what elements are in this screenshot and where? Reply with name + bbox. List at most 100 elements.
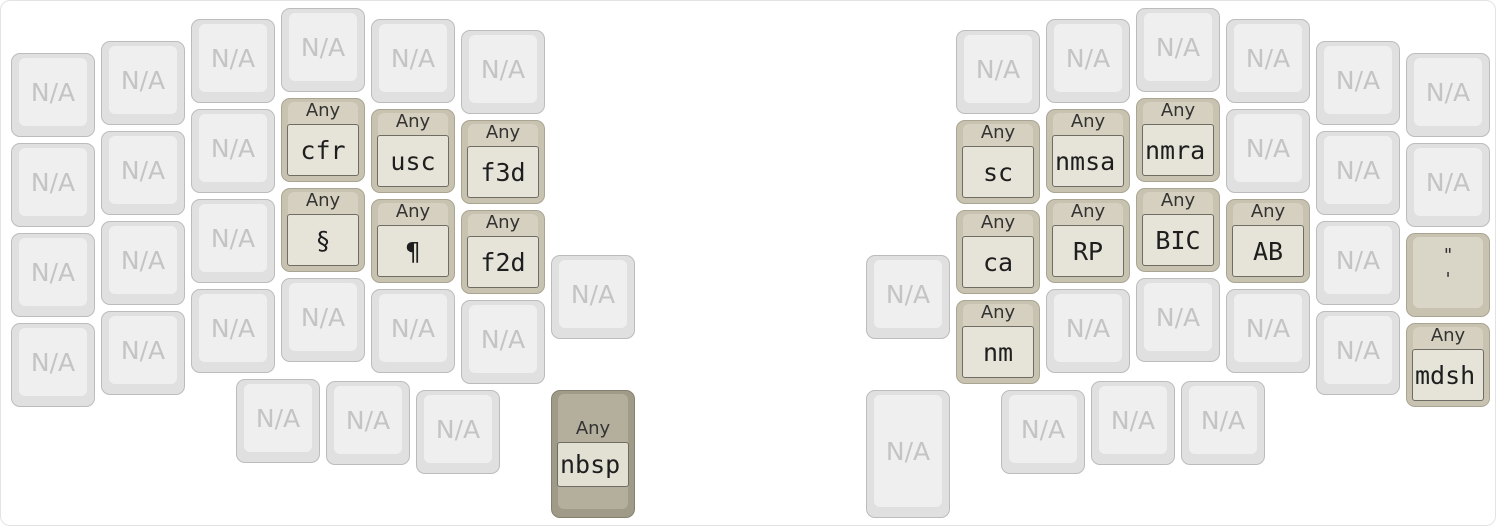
key-left-thumb-3[interactable]: N/A (416, 390, 500, 474)
key-label: N/A (199, 24, 267, 92)
key-label: N/A (1009, 395, 1077, 463)
key-any-label: Any (305, 190, 341, 211)
key-right-sc[interactable]: Any sc (956, 120, 1040, 204)
key-symbol: cfr (300, 135, 346, 165)
key-right-nmra[interactable]: Any nmra (1136, 98, 1220, 182)
key-left-c1-r3[interactable]: N/A (101, 221, 185, 305)
key-label: N/A (19, 328, 87, 396)
key-symbol: § (315, 225, 331, 255)
key-right-quote[interactable]: " ' (1406, 233, 1490, 317)
key-label: N/A (1324, 136, 1392, 204)
key-left-usc[interactable]: Any usc (371, 109, 455, 193)
key-right-c3-r2[interactable]: N/A (1226, 109, 1310, 193)
key-left-c6-r3[interactable]: N/A (551, 255, 635, 339)
key-any-label: Any (395, 111, 431, 132)
key-label: N/A (1054, 294, 1122, 362)
key-right-c3-r1[interactable]: N/A (1226, 19, 1310, 103)
key-left-c2-r4[interactable]: N/A (191, 289, 275, 373)
key-right-c1-r4[interactable]: N/A (1046, 289, 1130, 373)
key-label: N/A (19, 58, 87, 126)
key-label: N/A (19, 148, 87, 216)
key-label: N/A (874, 260, 942, 328)
key-left-c5-r1[interactable]: N/A (461, 30, 545, 114)
key-label: N/A (379, 24, 447, 92)
key-symbol: nm (982, 337, 1014, 367)
key-left-thumb-2[interactable]: N/A (326, 381, 410, 465)
key-left-f2d[interactable]: Any f2d (461, 210, 545, 294)
key-right-ca[interactable]: Any ca (956, 210, 1040, 294)
key-any-label: Any (1070, 111, 1106, 132)
key-label: N/A (334, 386, 402, 454)
key-right-c2-r1[interactable]: N/A (1136, 8, 1220, 92)
key-left-c0-r2[interactable]: N/A (11, 143, 95, 227)
key-right-c3-r4[interactable]: N/A (1226, 289, 1310, 373)
key-left-c2-r3[interactable]: N/A (191, 199, 275, 283)
key-label: N/A (1234, 294, 1302, 362)
key-right-c4-r2[interactable]: N/A (1316, 131, 1400, 215)
key-right-thumb-tall[interactable]: N/A (866, 390, 950, 518)
key-any-label: Any (1160, 190, 1196, 211)
key-right-c5-r2[interactable]: N/A (1406, 143, 1490, 227)
key-left-f3d[interactable]: Any f3d (461, 120, 545, 204)
key-left-cfr[interactable]: Any cfr (281, 98, 365, 182)
key-right-c1-r1[interactable]: N/A (1046, 19, 1130, 103)
key-right-c0-r1[interactable]: N/A (956, 30, 1040, 114)
key-right-c4-r1[interactable]: N/A (1316, 41, 1400, 125)
key-any-label: Any (485, 122, 521, 143)
key-label: N/A (424, 395, 492, 463)
key-left-c2-r2[interactable]: N/A (191, 109, 275, 193)
key-symbol: nmsa (1055, 146, 1116, 176)
key-label: N/A (199, 294, 267, 362)
key-right-inner-r3[interactable]: N/A (866, 255, 950, 339)
key-left-c1-r4[interactable]: N/A (101, 311, 185, 395)
key-label: N/A (874, 395, 942, 507)
key-right-thumb-2[interactable]: N/A (1091, 381, 1175, 465)
key-right-nmsa[interactable]: Any nmsa (1046, 109, 1130, 193)
key-left-c5-r4[interactable]: N/A (461, 300, 545, 384)
key-label: N/A (199, 114, 267, 182)
key-label: N/A (1414, 58, 1482, 126)
key-label: N/A (244, 384, 312, 452)
key-right-nm[interactable]: Any nm (956, 300, 1040, 384)
key-left-c4-r1[interactable]: N/A (371, 19, 455, 103)
key-left-c3-r1[interactable]: N/A (281, 8, 365, 92)
key-symbol: f2d (480, 247, 526, 277)
key-left-c0-r4[interactable]: N/A (11, 323, 95, 407)
key-left-pilcrow[interactable]: Any ¶ (371, 199, 455, 283)
key-left-c1-r1[interactable]: N/A (101, 41, 185, 125)
key-label: N/A (1099, 386, 1167, 454)
key-label: N/A (1144, 13, 1212, 81)
key-left-c4-r4[interactable]: N/A (371, 289, 455, 373)
key-right-bic[interactable]: Any BIC (1136, 188, 1220, 272)
key-right-c5-r1[interactable]: N/A (1406, 53, 1490, 137)
key-label: N/A (469, 305, 537, 373)
key-left-section[interactable]: Any § (281, 188, 365, 272)
key-left-c1-r2[interactable]: N/A (101, 131, 185, 215)
key-symbol: sc (982, 157, 1014, 187)
key-symbol: ¶ (405, 236, 421, 266)
key-symbol: BIC (1155, 225, 1201, 255)
key-right-c4-r3[interactable]: N/A (1316, 221, 1400, 305)
key-right-c4-r4[interactable]: N/A (1316, 311, 1400, 395)
key-right-thumb-3[interactable]: N/A (1181, 381, 1265, 465)
key-right-rp[interactable]: Any RP (1046, 199, 1130, 283)
key-left-c3-r4[interactable]: N/A (281, 278, 365, 362)
key-symbol: nbsp (560, 450, 621, 479)
key-right-ab[interactable]: Any AB (1226, 199, 1310, 283)
key-right-mdsh[interactable]: Any mdsh (1406, 323, 1490, 407)
key-label: N/A (964, 35, 1032, 103)
key-any-label: Any (1070, 201, 1106, 222)
key-label: N/A (1324, 46, 1392, 114)
key-label: N/A (19, 238, 87, 306)
key-label: N/A (469, 35, 537, 103)
key-any-label: Any (1250, 201, 1286, 222)
key-left-c0-r3[interactable]: N/A (11, 233, 95, 317)
key-any-label: Any (485, 212, 521, 233)
key-left-thumb-nbsp[interactable]: Any nbsp (551, 390, 635, 518)
key-left-c2-r1[interactable]: N/A (191, 19, 275, 103)
key-left-c0-r1[interactable]: N/A (11, 53, 95, 137)
key-right-thumb-1[interactable]: N/A (1001, 390, 1085, 474)
key-left-thumb-1[interactable]: N/A (236, 379, 320, 463)
key-symbol: nmra (1145, 135, 1206, 165)
key-right-c2-r4[interactable]: N/A (1136, 278, 1220, 362)
